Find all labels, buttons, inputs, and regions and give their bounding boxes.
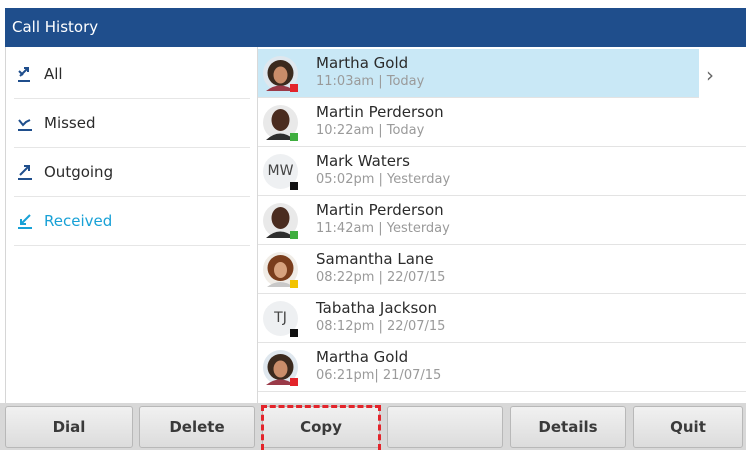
filter-missed[interactable]: Missed bbox=[14, 98, 250, 148]
call-row[interactable]: Martin Perderson 10:22am | Today bbox=[258, 98, 746, 147]
delete-button[interactable]: Delete bbox=[139, 406, 255, 448]
call-time: 05:02pm | Yesterday bbox=[316, 172, 451, 187]
presence-indicator bbox=[290, 182, 298, 190]
phone-screen: Call History All Missed Outgoing Receive… bbox=[0, 0, 746, 450]
caller-name: Martin Perderson bbox=[316, 103, 444, 121]
call-time: 11:42am | Yesterday bbox=[316, 221, 450, 236]
missed-call-icon bbox=[18, 118, 32, 131]
filter-all[interactable]: All bbox=[14, 49, 250, 99]
presence-indicator bbox=[290, 231, 298, 239]
caller-name: Tabatha Jackson bbox=[316, 299, 437, 317]
filter-outgoing[interactable]: Outgoing bbox=[14, 147, 250, 197]
caller-name: Martha Gold bbox=[316, 54, 409, 72]
details-button[interactable]: Details bbox=[510, 406, 626, 448]
filter-label: Missed bbox=[44, 113, 96, 132]
call-time: 10:22am | Today bbox=[316, 123, 425, 138]
call-time: 08:22pm | 22/07/15 bbox=[316, 270, 446, 285]
call-row[interactable]: Martha Gold 06:21pm| 21/07/15 bbox=[258, 343, 746, 392]
caller-name: Martin Perderson bbox=[316, 201, 444, 219]
presence-indicator bbox=[290, 133, 298, 141]
call-row[interactable]: Martin Perderson 11:42am | Yesterday bbox=[258, 196, 746, 245]
filter-received[interactable]: Received bbox=[14, 196, 250, 246]
caller-name: Samantha Lane bbox=[316, 250, 434, 268]
call-row[interactable]: Martha Gold 11:03am | Today bbox=[258, 49, 699, 98]
chevron-right-icon[interactable]: › bbox=[706, 65, 726, 85]
caller-name: Mark Waters bbox=[316, 152, 410, 170]
all-calls-icon bbox=[18, 66, 30, 82]
outgoing-call-icon bbox=[18, 164, 32, 180]
filter-label: All bbox=[44, 64, 63, 83]
call-time: 06:21pm| 21/07/15 bbox=[316, 368, 442, 383]
caller-name: Martha Gold bbox=[316, 348, 409, 366]
presence-indicator bbox=[290, 280, 298, 288]
copy-button[interactable]: Copy bbox=[262, 406, 380, 448]
call-list[interactable]: Martha Gold 11:03am | Today Martin Perde… bbox=[258, 47, 746, 403]
softkey-bar: Dial Delete Copy Details Quit bbox=[0, 403, 746, 450]
dial-button[interactable]: Dial bbox=[5, 406, 133, 448]
presence-indicator bbox=[290, 329, 298, 337]
call-time: 11:03am | Today bbox=[316, 74, 425, 89]
presence-indicator bbox=[290, 84, 298, 92]
empty-softkey[interactable] bbox=[387, 406, 503, 448]
filter-label: Outgoing bbox=[44, 162, 114, 181]
filter-label: Received bbox=[44, 211, 113, 230]
page-title: Call History bbox=[5, 8, 746, 47]
received-call-icon bbox=[18, 213, 32, 229]
call-row[interactable]: Samantha Lane 08:22pm | 22/07/15 bbox=[258, 245, 746, 294]
quit-button[interactable]: Quit bbox=[633, 406, 743, 448]
call-row[interactable]: MW Mark Waters 05:02pm | Yesterday bbox=[258, 147, 746, 196]
presence-indicator bbox=[290, 378, 298, 386]
call-row[interactable]: TJ Tabatha Jackson 08:12pm | 22/07/15 bbox=[258, 294, 746, 343]
filter-sidebar: All Missed Outgoing Received bbox=[5, 47, 258, 403]
call-time: 08:12pm | 22/07/15 bbox=[316, 319, 446, 334]
